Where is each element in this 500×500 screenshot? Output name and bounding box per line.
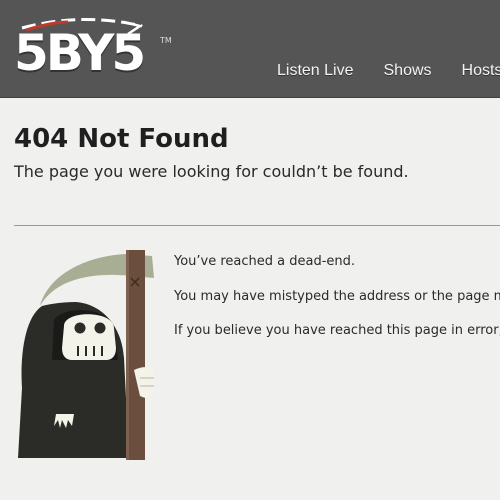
nav-hosts[interactable]: Hosts bbox=[462, 62, 500, 80]
message-mistyped: You may have mistyped the address or the… bbox=[174, 289, 500, 304]
grim-reaper-icon bbox=[18, 250, 155, 460]
main-nav: Listen Live Shows Hosts bbox=[277, 62, 500, 80]
divider bbox=[14, 225, 500, 226]
logo-trademark: TM bbox=[160, 36, 172, 45]
site-header: 5BY5 TM Listen Live Shows Hosts bbox=[0, 0, 500, 98]
nav-listen-live[interactable]: Listen Live bbox=[277, 62, 354, 80]
message-dead-end: You’ve reached a dead-end. bbox=[174, 254, 356, 269]
site-logo[interactable]: 5BY5 TM bbox=[12, 16, 172, 86]
page-title: 404 Not Found bbox=[14, 124, 229, 154]
message-error: If you believe you have reached this pag… bbox=[174, 323, 500, 338]
nav-shows[interactable]: Shows bbox=[384, 62, 432, 80]
page-subtitle: The page you were looking for couldn’t b… bbox=[14, 162, 409, 181]
logo-text: 5BY5 bbox=[14, 24, 146, 82]
